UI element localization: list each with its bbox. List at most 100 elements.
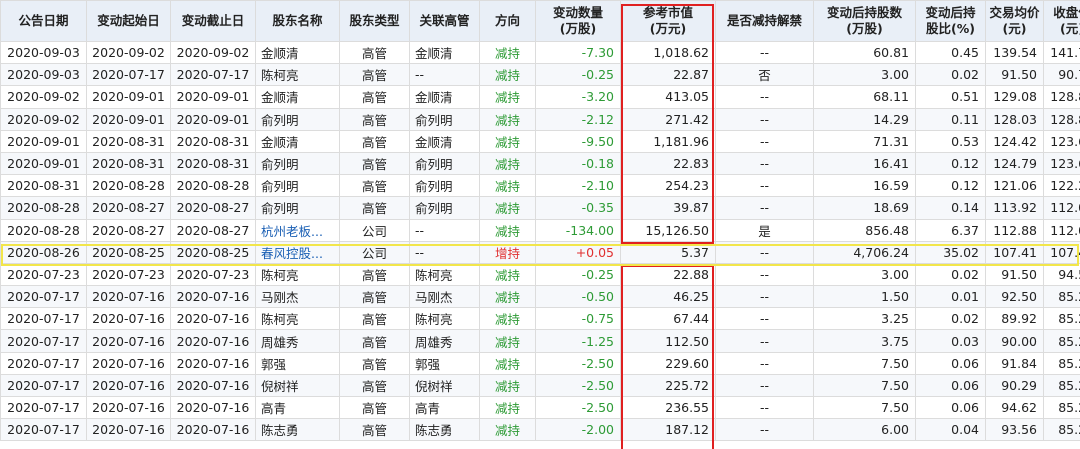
cell-after-shares: 856.48 [813, 218, 916, 242]
cell-ref-value: 5.37 [620, 240, 716, 264]
change-qty-label: 变动数量 [552, 5, 603, 20]
cell-holder-name: 陈柯亮 [255, 63, 340, 87]
table-row[interactable]: 2020-07-17 2020-07-16 2020-07-16 郭强 高管 郭强 减持 -2… [0, 351, 1080, 375]
col-after-shares[interactable]: 变动后持股数 (万股) [813, 0, 916, 42]
table-row[interactable]: 2020-09-03 2020-07-17 2020-07-17 陈柯亮 高管 -- 减持 -… [0, 63, 1080, 87]
cell-close-price: 94.50 [1043, 262, 1080, 287]
cell-end-date: 2020-07-17 [170, 63, 256, 87]
cell-holder-name[interactable]: 春风控股... [255, 240, 340, 264]
table-row[interactable]: 2020-09-02 2020-09-01 2020-09-01 金顺清 高管 金顺清 减持… [0, 85, 1080, 109]
col-change-qty[interactable]: 变动数量 (万股) [535, 0, 621, 42]
cell-change-qty: -0.35 [535, 196, 621, 220]
cell-close-price: 128.82 [1043, 85, 1080, 109]
cell-change-qty: -2.50 [535, 373, 621, 398]
cell-unlock: -- [715, 129, 814, 153]
table-row[interactable]: 2020-08-26 2020-08-25 2020-08-25 春风控股... 公司 -… [0, 240, 1080, 264]
cell-ref-value: 236.55 [620, 395, 716, 420]
cell-after-ratio: 0.02 [915, 63, 986, 87]
cell-avg-price: 90.29 [985, 373, 1044, 398]
table-row[interactable]: 2020-09-02 2020-09-01 2020-09-01 俞列明 高管 俞列明 减持… [0, 107, 1080, 131]
cell-holder-type: 高管 [339, 40, 410, 65]
cell-related-exec: 金顺清 [409, 40, 480, 65]
col-announce-date[interactable]: 公告日期 [0, 0, 87, 42]
col-after-ratio[interactable]: 变动后持 股比(%) [915, 0, 986, 42]
cell-direction: 减持 [479, 174, 536, 198]
cell-close-price: 85.24 [1043, 329, 1080, 353]
cell-after-shares: 7.50 [813, 351, 916, 375]
cell-avg-price: 94.62 [985, 395, 1044, 420]
cell-after-shares: 16.41 [813, 151, 916, 176]
cell-avg-price: 91.50 [985, 63, 1044, 87]
col-unlock[interactable]: 是否减持解禁 [715, 0, 814, 42]
change-qty-unit: (万股) [559, 21, 597, 36]
cell-announce-date: 2020-09-02 [0, 107, 87, 131]
cell-direction: 减持 [479, 63, 536, 87]
cell-end-date: 2020-07-16 [170, 395, 256, 420]
cell-avg-price: 90.00 [985, 329, 1044, 353]
cell-end-date: 2020-07-16 [170, 285, 256, 309]
cell-avg-price: 139.54 [985, 40, 1044, 65]
cell-start-date: 2020-07-16 [86, 329, 171, 353]
cell-holder-type: 高管 [339, 174, 410, 198]
cell-avg-price: 93.56 [985, 418, 1044, 442]
cell-start-date: 2020-08-27 [86, 196, 171, 220]
cell-unlock: -- [715, 151, 814, 176]
cell-direction: 减持 [479, 196, 536, 220]
cell-after-ratio: 0.06 [915, 373, 986, 398]
col-close-price[interactable]: 收盘价(元) [1043, 0, 1080, 42]
table-row[interactable]: 2020-08-28 2020-08-27 2020-08-27 杭州老板... 公司 -… [0, 218, 1080, 242]
table-row[interactable]: 2020-07-17 2020-07-16 2020-07-16 周雄秀 高管 周雄秀 减持… [0, 329, 1080, 353]
cell-announce-date: 2020-07-17 [0, 395, 87, 420]
col-direction[interactable]: 方向 [479, 0, 536, 42]
table-row[interactable]: 2020-07-17 2020-07-16 2020-07-16 陈柯亮 高管 陈柯亮 减持… [0, 307, 1080, 331]
col-related-exec[interactable]: 关联高管 [409, 0, 480, 42]
col-avg-price[interactable]: 交易均价 (元) [985, 0, 1044, 42]
cell-announce-date: 2020-08-26 [0, 240, 87, 264]
table-row[interactable]: 2020-07-23 2020-07-23 2020-07-23 陈柯亮 高管 陈柯亮 减持… [0, 262, 1080, 287]
cell-holder-name: 陈志勇 [255, 418, 340, 442]
cell-after-ratio: 0.02 [915, 262, 986, 287]
table-row[interactable]: 2020-09-01 2020-08-31 2020-08-31 金顺清 高管 金顺清 减持… [0, 129, 1080, 153]
cell-after-ratio: 0.51 [915, 85, 986, 109]
table-row[interactable]: 2020-07-17 2020-07-16 2020-07-16 倪树祥 高管 倪树祥 减持… [0, 373, 1080, 398]
cell-ref-value: 39.87 [620, 196, 716, 220]
table-row[interactable]: 2020-09-01 2020-08-31 2020-08-31 俞列明 高管 俞列明 减持… [0, 151, 1080, 176]
cell-holder-name[interactable]: 杭州老板... [255, 218, 340, 242]
cell-change-qty: -3.20 [535, 85, 621, 109]
cell-announce-date: 2020-07-17 [0, 418, 87, 442]
col-holder-type[interactable]: 股东类型 [339, 0, 410, 42]
table-row[interactable]: 2020-08-31 2020-08-28 2020-08-28 俞列明 高管 俞列明 减持… [0, 174, 1080, 198]
table-row[interactable]: 2020-07-17 2020-07-16 2020-07-16 陈志勇 高管 陈志勇 减持… [0, 418, 1080, 442]
avg-price-unit: (元) [1002, 21, 1027, 36]
col-holder-name[interactable]: 股东名称 [255, 0, 340, 42]
cell-announce-date: 2020-08-31 [0, 174, 87, 198]
cell-holder-type: 高管 [339, 285, 410, 309]
table-row[interactable]: 2020-08-28 2020-08-27 2020-08-27 俞列明 高管 俞列明 减持… [0, 196, 1080, 220]
cell-holder-name: 俞列明 [255, 151, 340, 176]
cell-start-date: 2020-08-25 [86, 240, 171, 264]
cell-unlock: -- [715, 174, 814, 198]
table-row[interactable]: 2020-07-17 2020-07-16 2020-07-16 高青 高管 高青 减持 -2… [0, 395, 1080, 420]
cell-holder-name: 马刚杰 [255, 285, 340, 309]
table-row[interactable]: 2020-07-17 2020-07-16 2020-07-16 马刚杰 高管 马刚杰 减持… [0, 285, 1080, 309]
col-ref-value[interactable]: 参考市值 (万元) [620, 0, 716, 42]
cell-holder-name: 陈柯亮 [255, 307, 340, 331]
col-end-date[interactable]: 变动截止日 [170, 0, 256, 42]
cell-related-exec: -- [409, 218, 480, 242]
cell-after-shares: 3.00 [813, 63, 916, 87]
cell-change-qty: -0.25 [535, 262, 621, 287]
cell-ref-value: 15,126.50 [620, 218, 716, 242]
cell-holder-type: 高管 [339, 307, 410, 331]
cell-after-ratio: 0.12 [915, 174, 986, 198]
cell-change-qty: -2.50 [535, 395, 621, 420]
table-row[interactable]: 2020-09-03 2020-09-02 2020-09-02 金顺清 高管 金顺清 减持… [0, 40, 1080, 65]
cell-direction: 减持 [479, 262, 536, 287]
col-start-date[interactable]: 变动起始日 [86, 0, 171, 42]
cell-avg-price: 128.03 [985, 107, 1044, 131]
cell-unlock: -- [715, 240, 814, 264]
cell-start-date: 2020-08-31 [86, 129, 171, 153]
cell-change-qty: -7.30 [535, 40, 621, 65]
cell-ref-value: 254.23 [620, 174, 716, 198]
cell-related-exec: 郭强 [409, 351, 480, 375]
cell-related-exec: 俞列明 [409, 196, 480, 220]
